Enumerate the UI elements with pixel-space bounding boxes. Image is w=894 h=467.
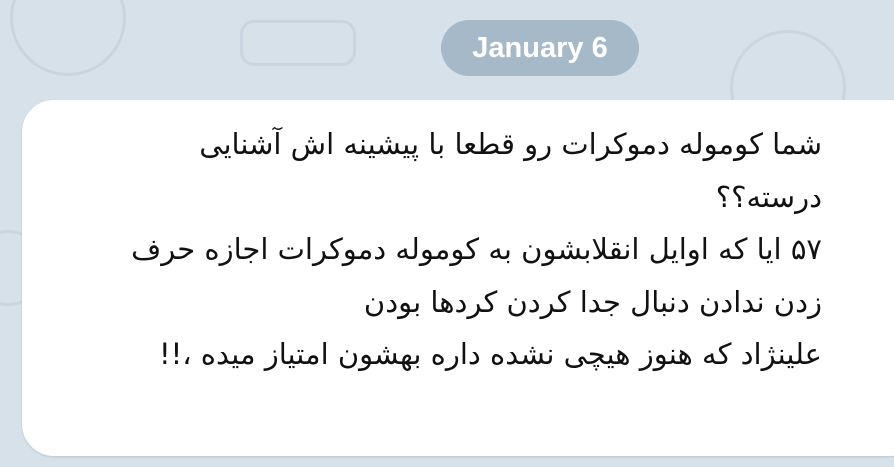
message-text: شما کوموله دموکرات رو قطعا با پیشینه اش … <box>131 118 822 381</box>
message-line: شما کوموله دموکرات رو قطعا با پیشینه اش … <box>199 127 822 161</box>
balloon-doodle <box>10 0 126 76</box>
date-separator: January 6 <box>441 20 639 76</box>
message-line: علینژاد که هنوز هیچی نشده داره بهشون امت… <box>158 337 822 371</box>
message-line: ۵۷ ایا که اوایل انقلابشون به کوموله دموک… <box>131 232 822 266</box>
message-line: زدن ندادن دنبال جدا کردن کردها بودن <box>363 284 822 319</box>
message-line: درسته؟؟ <box>715 179 822 214</box>
collar-doodle <box>240 20 356 66</box>
